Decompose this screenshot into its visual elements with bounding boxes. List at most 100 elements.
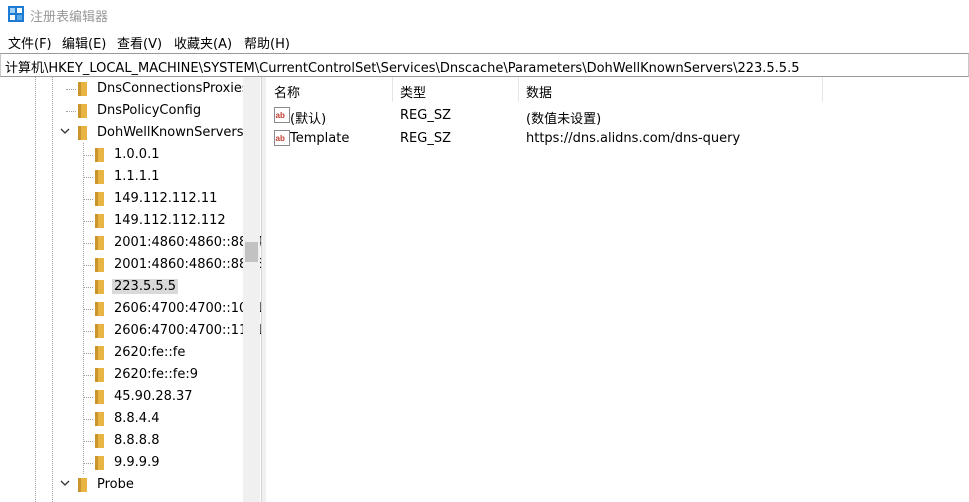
folder-icon: [78, 478, 87, 492]
tree-guide-line: [83, 419, 93, 420]
column-header-label: 名称: [274, 86, 301, 101]
column-header-label: 类型: [400, 86, 427, 101]
tree-guide-line: [83, 243, 93, 244]
tree-item-label: 2001:4860:4860::8888: [114, 257, 261, 272]
tree-scroll-thumb[interactable]: [245, 242, 258, 262]
tree-item-label: 2606:4700:4700::1111: [114, 323, 261, 338]
value-list[interactable]: 名称 类型 数据 ab (默认) REG_SZ (数值未设置) ab Templ…: [266, 77, 969, 502]
folder-icon: [95, 148, 104, 162]
tree-guide-line: [83, 177, 93, 178]
tree-guide-line: [66, 89, 76, 90]
folder-icon: [95, 192, 104, 206]
menu-edit[interactable]: 编辑(E): [62, 33, 106, 52]
value-type: REG_SZ: [400, 131, 451, 146]
folder-icon: [78, 82, 87, 96]
tree-guide-line: [83, 375, 93, 376]
value-row[interactable]: ab Template REG_SZ https://dns.alidns.co…: [266, 127, 969, 149]
tree-item-label: 1.1.1.1: [114, 169, 160, 184]
tree-guide-line: [83, 397, 93, 398]
menu-file[interactable]: 文件(F): [8, 33, 52, 52]
value-name: (默认): [290, 112, 327, 127]
tree-item[interactable]: 223.5.5.5: [0, 276, 243, 298]
address-bar[interactable]: 计算机\HKEY_LOCAL_MACHINE\SYSTEM\CurrentCon…: [0, 53, 969, 77]
tree-item-label: DohWellKnownServers: [97, 125, 244, 140]
tree-guide-line: [83, 221, 93, 222]
tree-guide-line: [83, 441, 93, 442]
tree-item[interactable]: 2001:4860:4860::8844: [0, 232, 261, 254]
tree-item[interactable]: 2001:4860:4860::8888: [0, 254, 261, 276]
folder-icon: [95, 434, 104, 448]
folder-icon: [95, 346, 104, 360]
tree-guide-line: [83, 463, 93, 464]
tree-item[interactable]: 149.112.112.11: [0, 188, 243, 210]
tree-guide-line: [83, 265, 93, 266]
tree-guide-line: [83, 309, 93, 310]
folder-icon: [95, 258, 104, 272]
string-value-icon: ab: [274, 130, 290, 146]
menu-favorites[interactable]: 收藏夹(A): [174, 33, 232, 52]
tree-item[interactable]: 8.8.8.8: [0, 430, 243, 452]
folder-icon: [95, 368, 104, 382]
tree-item[interactable]: 45.90.28.37: [0, 386, 243, 408]
address-path[interactable]: 计算机\HKEY_LOCAL_MACHINE\SYSTEM\CurrentCon…: [5, 57, 800, 76]
tree-item[interactable]: 2606:4700:4700::1001: [0, 298, 261, 320]
tree-scrollbar[interactable]: [243, 77, 260, 502]
svg-text:ab: ab: [276, 134, 285, 143]
folder-icon: [95, 302, 104, 316]
tree-item-label: 1.0.0.1: [114, 147, 160, 162]
key-tree[interactable]: DnsConnectionsProxies DnsPolicyConfig DohW…: [0, 77, 261, 502]
tree-item[interactable]: DohWellKnownServers: [0, 122, 244, 144]
tree-item-label: 9.9.9.9: [114, 455, 160, 470]
tree-item[interactable]: Probe: [0, 474, 243, 496]
tree-item[interactable]: DnsPolicyConfig: [0, 100, 243, 122]
tree-item-label: 223.5.5.5: [112, 279, 179, 294]
value-type: REG_SZ: [400, 108, 451, 123]
tree-item-label: 149.112.112.11: [114, 191, 218, 206]
tree-guide-line: [83, 331, 93, 332]
tree-item-label: DnsPolicyConfig: [97, 103, 202, 118]
tree-item-label: 2606:4700:4700::1001: [114, 301, 261, 316]
tree-item-label: 45.90.28.37: [114, 389, 193, 404]
tree-item[interactable]: 2620:fe::fe: [0, 342, 243, 364]
column-header-type[interactable]: 类型: [392, 77, 519, 102]
folder-icon: [78, 104, 87, 118]
list-header: 名称 类型 数据: [266, 77, 969, 102]
tree-guide-line: [83, 353, 93, 354]
value-name: Template: [290, 131, 350, 146]
column-header-data[interactable]: 数据: [518, 77, 823, 102]
menu-view[interactable]: 查看(V): [117, 33, 162, 52]
tree-item-label: 8.8.8.8: [114, 433, 160, 448]
value-row[interactable]: ab (默认) REG_SZ (数值未设置): [266, 104, 969, 127]
tree-item[interactable]: DnsConnectionsProxies: [0, 78, 249, 100]
folder-icon: [95, 456, 104, 470]
tree-item[interactable]: 8.8.4.4: [0, 408, 243, 430]
tree-item[interactable]: 1.1.1.1: [0, 166, 243, 188]
tree-guide-line: [83, 155, 93, 156]
tree-item[interactable]: 2620:fe::fe:9: [0, 364, 243, 386]
chevron-down-icon[interactable]: [59, 478, 71, 490]
folder-icon: [95, 170, 104, 184]
folder-icon: [78, 126, 87, 140]
value-data: (数值未设置): [526, 112, 602, 127]
tree-item-label: DnsConnectionsProxies: [97, 81, 249, 96]
title-bar[interactable]: 注册表编辑器: [0, 0, 969, 30]
tree-guide-line: [83, 287, 93, 288]
chevron-down-icon[interactable]: [59, 126, 71, 138]
folder-icon: [95, 412, 104, 426]
tree-item[interactable]: 1.0.0.1: [0, 144, 243, 166]
regedit-icon: [8, 6, 24, 22]
tree-item-label: Probe: [97, 477, 134, 492]
svg-text:ab: ab: [276, 111, 285, 120]
tree-item[interactable]: 9.9.9.9: [0, 452, 243, 474]
tree-item-label: 2620:fe::fe: [114, 345, 186, 360]
folder-icon: [95, 280, 104, 294]
tree-item[interactable]: 2606:4700:4700::1111: [0, 320, 261, 342]
menu-bar: 文件(F) 编辑(E) 查看(V) 收藏夹(A) 帮助(H): [0, 30, 969, 52]
column-header-label: 数据: [526, 86, 553, 101]
folder-icon: [95, 324, 104, 338]
tree-item[interactable]: 149.112.112.112: [0, 210, 243, 232]
tree-item-label: 2620:fe::fe:9: [114, 367, 199, 382]
menu-help[interactable]: 帮助(H): [244, 33, 290, 52]
tree-item-label: 2001:4860:4860::8844: [114, 235, 261, 250]
column-header-name[interactable]: 名称: [266, 77, 393, 102]
